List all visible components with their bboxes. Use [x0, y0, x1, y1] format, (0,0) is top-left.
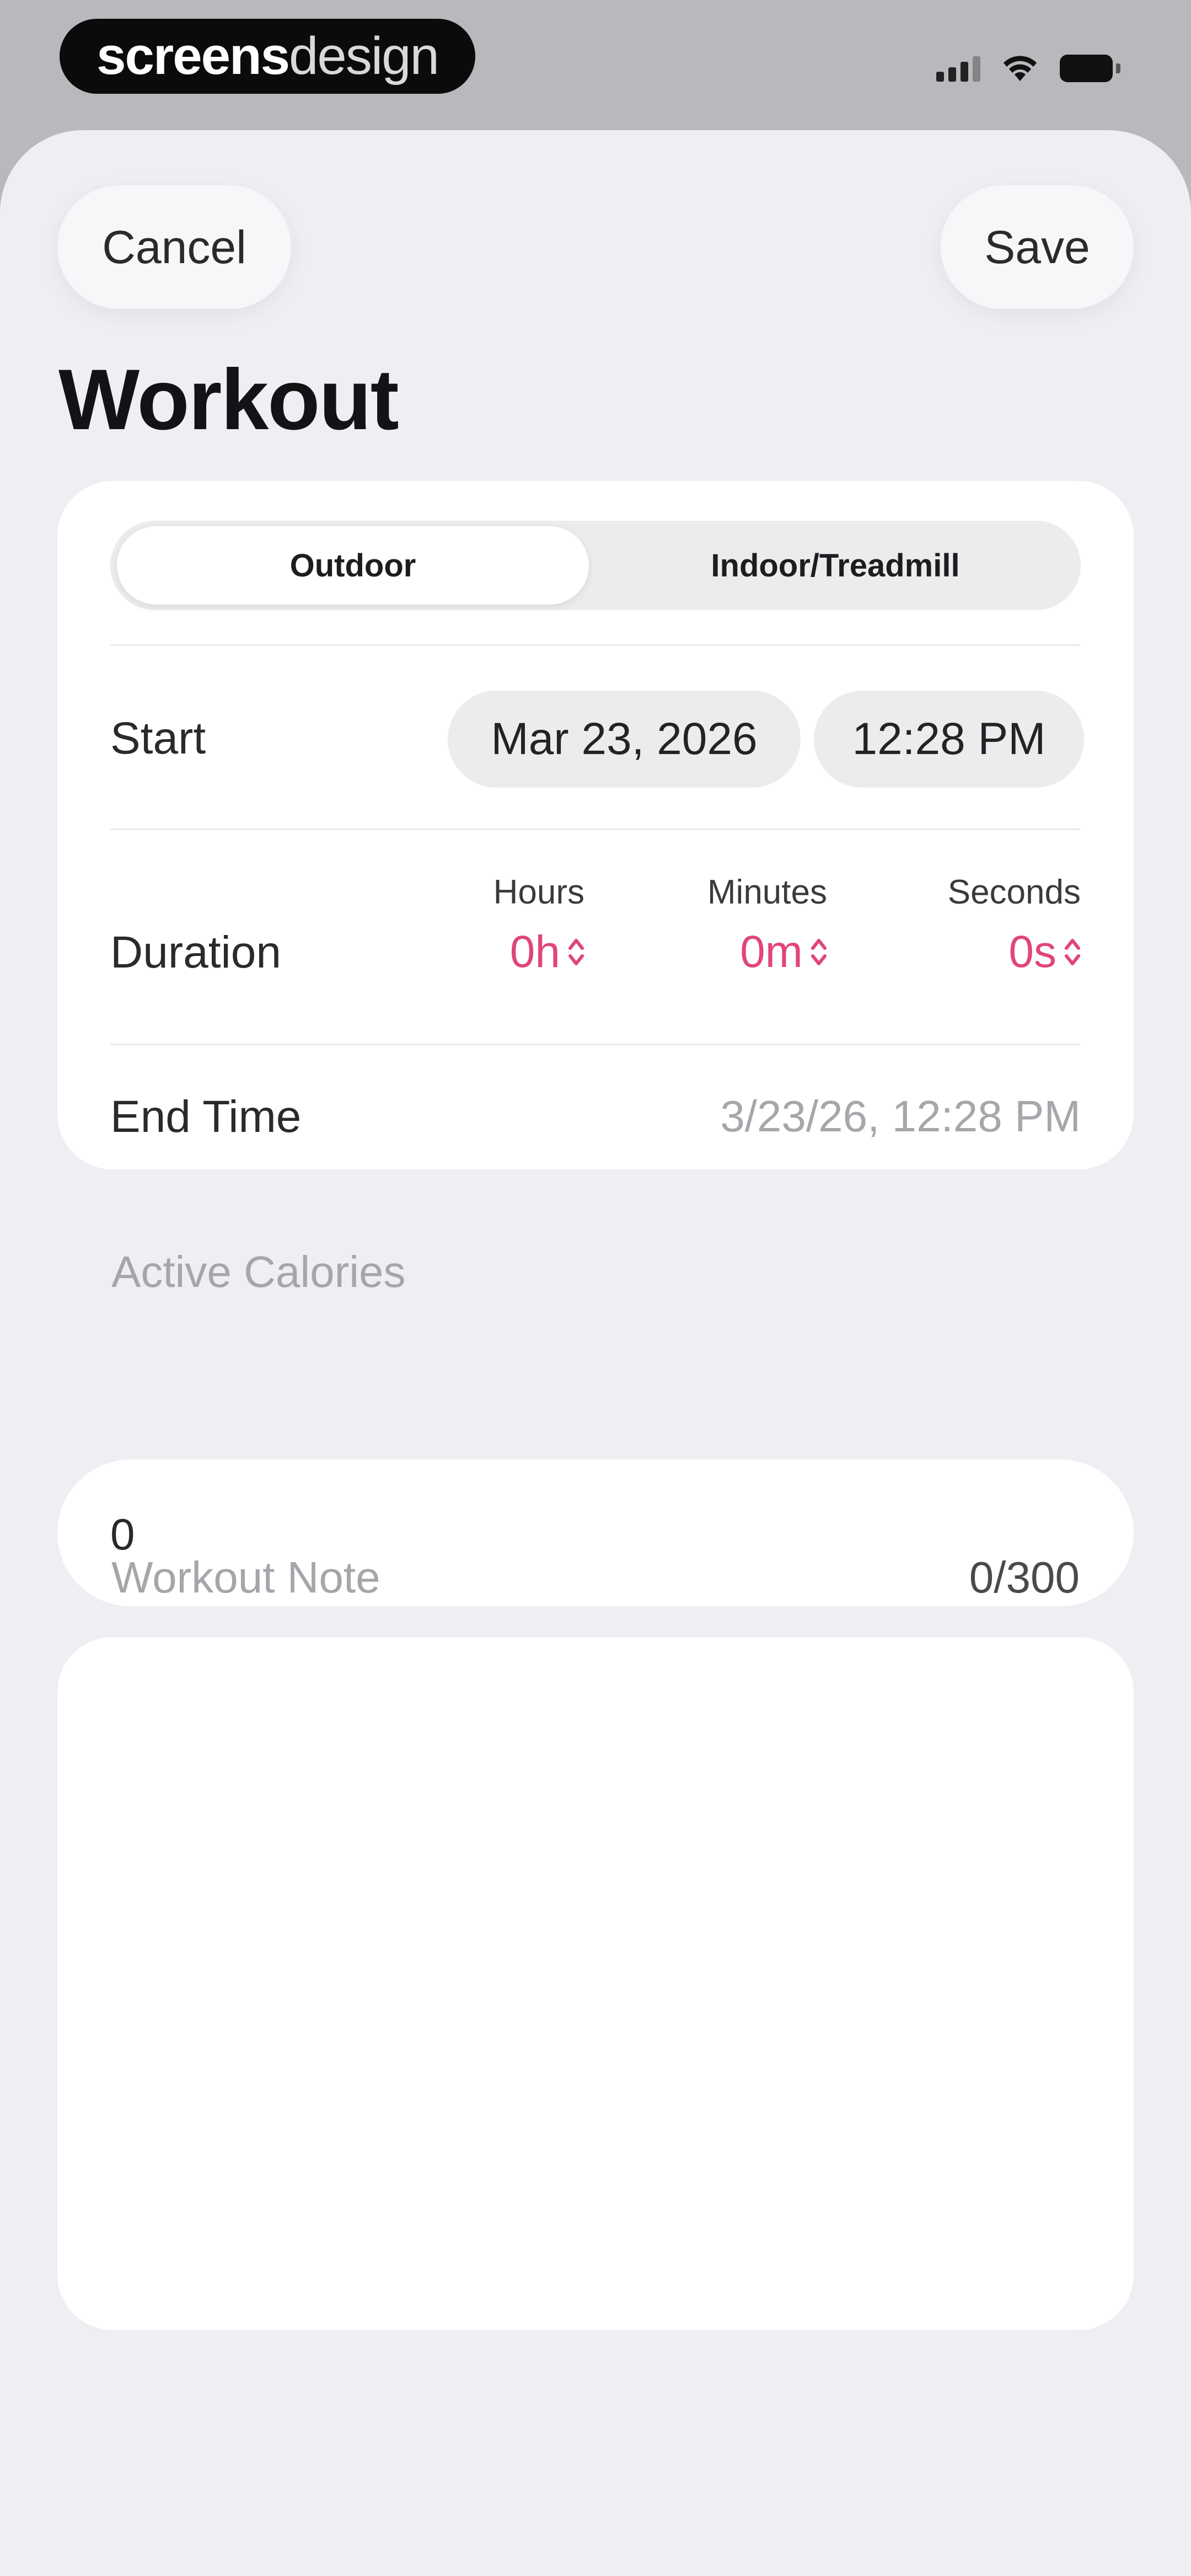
- wifi-icon: [1004, 56, 1037, 81]
- status-bar: screensdesign: [0, 0, 1191, 130]
- duration-label: Duration: [110, 927, 281, 977]
- workout-details-card: Outdoor Indoor/Treadmill Start Mar 23, 2…: [57, 481, 1134, 1169]
- minutes-value: 0m: [740, 927, 803, 977]
- chevron-up-down-icon: [811, 939, 827, 965]
- chevron-up-down-icon: [1065, 939, 1080, 965]
- divider: [110, 829, 1081, 830]
- cancel-button[interactable]: Cancel: [57, 185, 291, 309]
- minutes-label: Minutes: [707, 873, 827, 911]
- divider: [110, 644, 1081, 646]
- battery-icon: [1060, 55, 1120, 82]
- screensdesign-logo: screensdesign: [60, 19, 475, 94]
- page-title: Workout: [58, 352, 399, 448]
- start-label: Start: [110, 713, 206, 763]
- chevron-up-down-icon: [568, 939, 584, 965]
- segment-indoor-treadmill[interactable]: Indoor/Treadmill: [596, 526, 1075, 605]
- minutes-picker[interactable]: Minutes 0m: [707, 873, 827, 978]
- seconds-picker[interactable]: Seconds 0s: [948, 873, 1081, 978]
- workout-note-label: Workout Note: [111, 1553, 380, 1602]
- cellular-signal-icon: [936, 55, 980, 82]
- add-workout-sheet: Cancel Save Workout Outdoor Indoor/Tread…: [0, 130, 1191, 2576]
- divider: [110, 1044, 1081, 1045]
- end-time-label: End Time: [110, 1092, 302, 1142]
- hours-label: Hours: [493, 873, 584, 911]
- end-time-value: 3/23/26, 12:28 PM: [720, 1092, 1081, 1141]
- seconds-label: Seconds: [947, 873, 1081, 911]
- status-icons: [936, 46, 1120, 90]
- segment-outdoor[interactable]: Outdoor: [117, 526, 589, 605]
- workout-note-textarea[interactable]: [57, 1637, 1134, 2330]
- seconds-value: 0s: [1008, 927, 1056, 977]
- save-button[interactable]: Save: [941, 185, 1134, 309]
- workout-type-segmented-control: Outdoor Indoor/Treadmill: [110, 521, 1081, 610]
- note-character-counter: 0/300: [969, 1553, 1080, 1602]
- hours-value: 0h: [509, 927, 560, 977]
- start-time-picker[interactable]: 12:28 PM: [814, 691, 1084, 788]
- active-calories-label: Active Calories: [111, 1247, 406, 1296]
- hours-picker[interactable]: Hours 0h: [493, 873, 584, 978]
- start-date-picker[interactable]: Mar 23, 2026: [448, 691, 801, 788]
